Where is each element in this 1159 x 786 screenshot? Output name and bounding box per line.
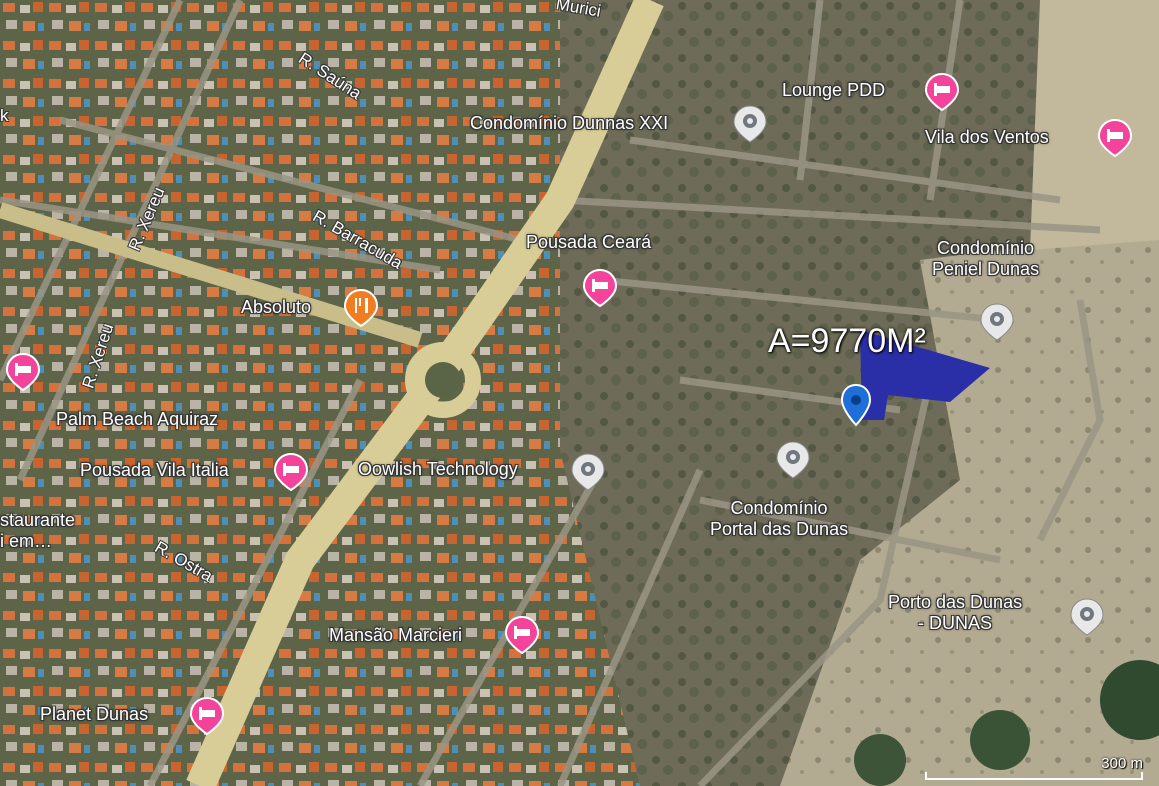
hotel-icon[interactable] — [505, 615, 539, 655]
hotel-icon[interactable] — [6, 352, 40, 392]
place-label[interactable]: Lounge PDD — [782, 80, 885, 101]
scale-label: 300 m — [1101, 755, 1143, 772]
place-label[interactable]: Porto das Dunas - DUNAS — [888, 592, 1022, 634]
satellite-map[interactable]: R. Saúna R. Barracuda R. Xereu R. Xereu … — [0, 0, 1159, 786]
place-label[interactable]: Mansão Marcieri — [329, 625, 462, 646]
place-label[interactable]: Pousada Vila Italia — [80, 460, 229, 481]
hotel-icon[interactable] — [583, 268, 617, 308]
area-label: A=9770M² — [768, 322, 926, 360]
place-label[interactable]: Vila dos Ventos — [925, 127, 1049, 148]
place-label[interactable]: Planet Dunas — [40, 704, 148, 725]
restaurant-icon[interactable] — [344, 288, 378, 328]
hotel-icon[interactable] — [1098, 118, 1132, 158]
place-label[interactable]: Condomínio Portal das Dunas — [710, 498, 848, 540]
place-label[interactable]: Condomínio Peniel Dunas — [932, 238, 1039, 280]
scale-bar — [925, 772, 1143, 780]
hotel-icon[interactable] — [190, 696, 224, 736]
place-icon[interactable] — [733, 104, 767, 144]
location-pin-icon[interactable] — [839, 383, 873, 427]
place-label[interactable]: Oowlish Technology — [358, 459, 518, 480]
street-label-k: k — [0, 106, 9, 125]
place-icon[interactable] — [980, 302, 1014, 342]
hotel-icon[interactable] — [274, 452, 308, 492]
place-icon[interactable] — [776, 440, 810, 480]
place-label[interactable]: Palm Beach Aquiraz — [56, 409, 218, 430]
place-label[interactable]: staurante i em… — [0, 510, 75, 552]
place-label[interactable]: Pousada Ceará — [526, 232, 651, 253]
hotel-icon[interactable] — [925, 72, 959, 112]
place-label[interactable]: Condomínio Dunnas XXI — [470, 113, 668, 134]
place-icon[interactable] — [571, 452, 605, 492]
place-icon[interactable] — [1070, 597, 1104, 637]
place-label[interactable]: Absoluto — [241, 297, 311, 318]
